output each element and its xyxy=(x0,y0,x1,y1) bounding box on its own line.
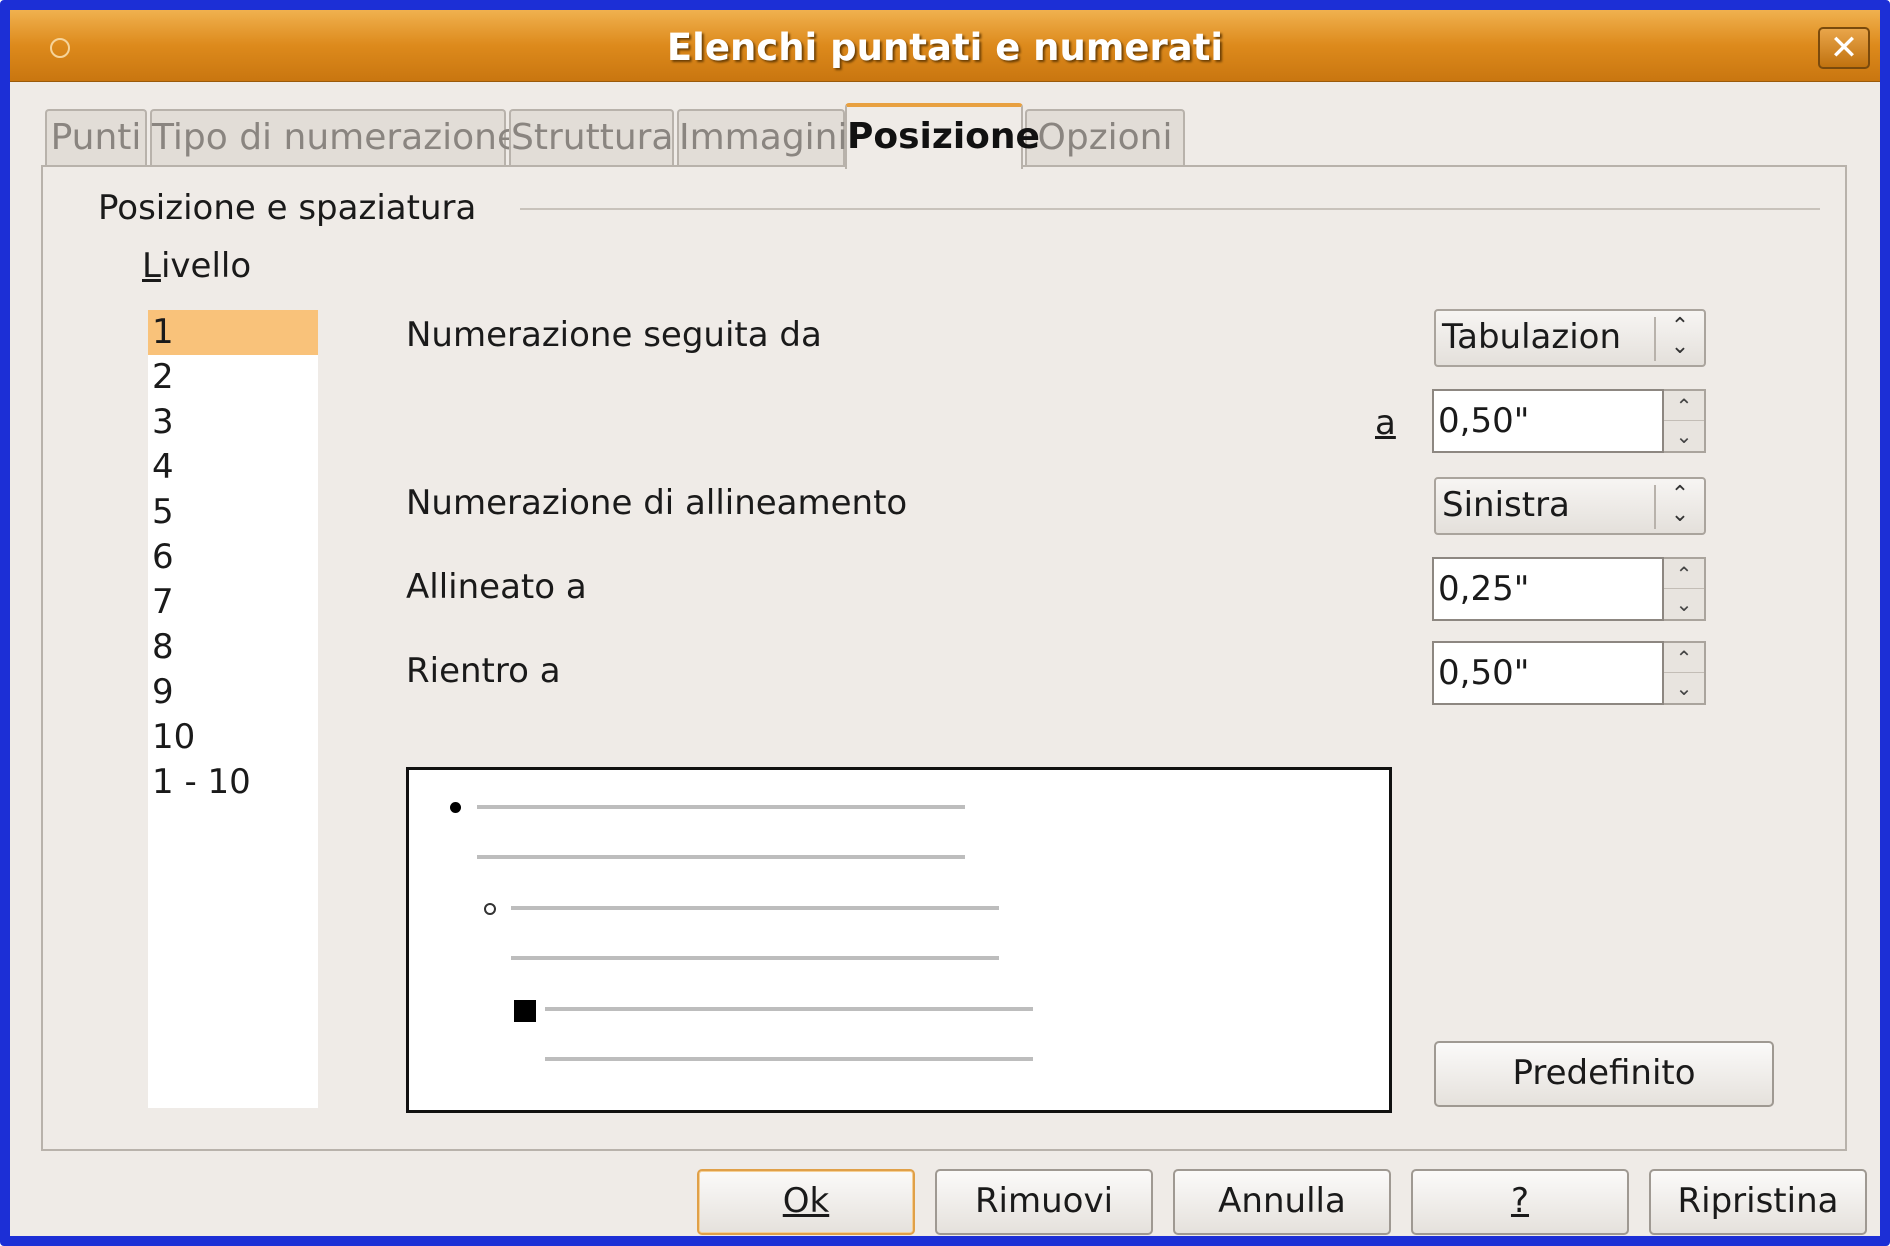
up-down-chevron-icon: ⌃ ⌄ xyxy=(1654,316,1704,361)
help-button-label: ? xyxy=(1510,1181,1530,1221)
followed-by-value: Tabulazion xyxy=(1442,317,1622,357)
group-divider xyxy=(520,208,1820,210)
level-item[interactable]: 3 xyxy=(148,400,318,445)
level-item[interactable]: 5 xyxy=(148,490,318,535)
default-button-label: Predefinito xyxy=(1512,1053,1696,1093)
aligned-at-input[interactable]: 0,25" xyxy=(1432,557,1664,621)
level-item[interactable]: 7 xyxy=(148,580,318,625)
aligned-at-spinbox[interactable]: 0,25" ⌃ ⌄ xyxy=(1432,557,1706,621)
preview-line xyxy=(545,1057,1033,1061)
preview-line xyxy=(477,805,965,809)
followed-by-select[interactable]: Tabulazion ⌃ ⌄ xyxy=(1434,309,1706,367)
cancel-button[interactable]: Annulla xyxy=(1173,1169,1391,1235)
help-button[interactable]: ? xyxy=(1411,1169,1629,1235)
reset-button[interactable]: Ripristina xyxy=(1649,1169,1867,1235)
level-list[interactable]: 1 2 3 4 5 6 7 8 9 10 1 - 10 xyxy=(148,310,318,1108)
close-icon: ✕ xyxy=(1829,28,1859,68)
indent-at-input[interactable]: 0,50" xyxy=(1432,641,1664,705)
preview-line xyxy=(545,1007,1033,1011)
indent-at-spinbox[interactable]: 0,50" ⌃ ⌄ xyxy=(1432,641,1706,705)
preview-line xyxy=(511,906,999,910)
bullet-circle-icon xyxy=(484,903,496,915)
level-item[interactable]: 1 xyxy=(148,310,318,355)
section-title: Posizione e spaziatura xyxy=(98,188,487,228)
reset-button-label: Ripristina xyxy=(1677,1181,1839,1221)
spin-down-icon[interactable]: ⌄ xyxy=(1664,421,1704,451)
close-button[interactable]: ✕ xyxy=(1818,27,1870,69)
level-label-text: ivello xyxy=(160,246,252,286)
tab-opzioni[interactable]: Opzioni xyxy=(1025,109,1185,167)
tab-posizione[interactable]: Posizione xyxy=(845,103,1040,169)
preview-line xyxy=(477,855,965,859)
alignment-label: Numerazione di allineamento xyxy=(406,483,908,523)
at-label: a xyxy=(1375,403,1396,443)
alignment-select[interactable]: Sinistra ⌃ ⌄ xyxy=(1434,477,1706,535)
aligned-at-spin-buttons[interactable]: ⌃ ⌄ xyxy=(1664,557,1706,621)
spin-down-icon[interactable]: ⌄ xyxy=(1664,589,1704,619)
level-item[interactable]: 1 - 10 xyxy=(148,760,318,805)
remove-button-label: Rimuovi xyxy=(974,1181,1114,1221)
preview-line xyxy=(511,956,999,960)
at-input[interactable]: 0,50" xyxy=(1432,389,1664,453)
indent-at-label: Rientro a xyxy=(406,651,561,691)
tab-immagini[interactable]: Immagini xyxy=(677,109,848,167)
remove-button[interactable]: Rimuovi xyxy=(935,1169,1153,1235)
ok-button-label: Ok xyxy=(782,1181,830,1221)
spin-up-icon[interactable]: ⌃ xyxy=(1664,391,1704,421)
dialog-window: Elenchi puntati e numerati ✕ Punti Tipo … xyxy=(0,0,1890,1246)
tab-punti[interactable]: Punti xyxy=(45,109,147,167)
spin-up-icon[interactable]: ⌃ xyxy=(1664,559,1704,589)
level-label: Livello xyxy=(142,246,252,286)
tab-tipo-di-numerazione[interactable]: Tipo di numerazione xyxy=(150,109,519,167)
level-item[interactable]: 4 xyxy=(148,445,318,490)
alignment-value: Sinistra xyxy=(1442,485,1570,525)
indent-at-spin-buttons[interactable]: ⌃ ⌄ xyxy=(1664,641,1706,705)
level-item[interactable]: 8 xyxy=(148,625,318,670)
level-item[interactable]: 10 xyxy=(148,715,318,760)
level-item[interactable]: 2 xyxy=(148,355,318,400)
level-item[interactable]: 9 xyxy=(148,670,318,715)
ok-button[interactable]: Ok xyxy=(697,1169,915,1235)
bullet-filled-icon xyxy=(450,802,461,813)
level-item[interactable]: 6 xyxy=(148,535,318,580)
tab-struttura[interactable]: Struttura xyxy=(509,109,674,167)
titlebar: Elenchi puntati e numerati ✕ xyxy=(10,10,1880,82)
preview-box xyxy=(406,767,1392,1113)
spin-up-icon[interactable]: ⌃ xyxy=(1664,643,1704,673)
default-button[interactable]: Predefinito xyxy=(1434,1041,1774,1107)
spin-down-icon[interactable]: ⌄ xyxy=(1664,673,1704,703)
followed-by-label: Numerazione seguita da xyxy=(406,315,822,355)
up-down-chevron-icon: ⌃ ⌄ xyxy=(1654,484,1704,529)
cancel-button-label: Annulla xyxy=(1218,1181,1346,1221)
window-title: Elenchi puntati e numerati xyxy=(666,26,1224,69)
at-spinbox[interactable]: 0,50" ⌃ ⌄ xyxy=(1432,389,1706,453)
at-spin-buttons[interactable]: ⌃ ⌄ xyxy=(1664,389,1706,453)
bullet-square-icon xyxy=(514,1000,536,1022)
aligned-at-label: Allineato a xyxy=(406,567,587,607)
